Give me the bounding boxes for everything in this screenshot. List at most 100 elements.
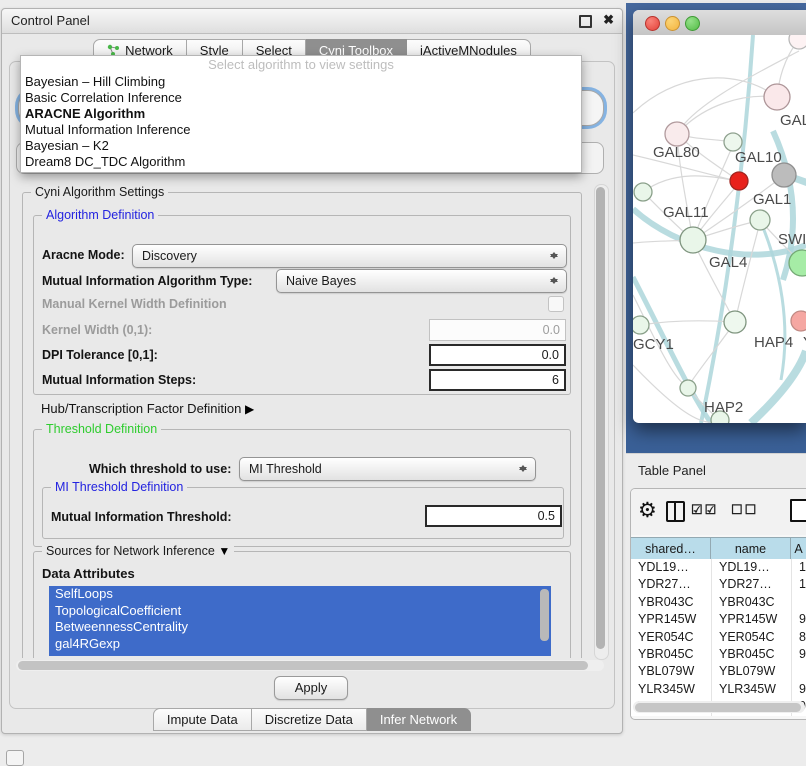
zoom-traffic-light[interactable]	[685, 16, 700, 31]
table-row[interactable]: YBR043CYBR043C	[631, 594, 806, 611]
column-header-shared-name[interactable]: shared…	[631, 537, 711, 561]
node-salmon[interactable]	[791, 311, 806, 331]
aracne-mode-select[interactable]: Discovery	[132, 244, 567, 268]
scrollbar-thumb[interactable]	[596, 187, 605, 649]
tab-impute-data[interactable]: Impute Data	[153, 708, 252, 731]
mi-threshold-field[interactable]: 0.5	[425, 505, 562, 527]
mi-type-select[interactable]: Naive Bayes	[276, 269, 567, 293]
cell: YER054C	[631, 629, 712, 646]
table-horizontal-scrollbar[interactable]	[633, 701, 805, 713]
attribute-item[interactable]: gal4RGexp	[49, 636, 551, 653]
table-panel: ⚙ ☑☑ ☐☐ shared… name A YDL19…YDL19…13 YD…	[630, 488, 806, 720]
attribute-item[interactable]: BetweennessCentrality	[49, 619, 551, 636]
table-row[interactable]: YLR345WYLR345W9.	[631, 681, 806, 698]
attribute-item[interactable]: SelfLoops	[49, 586, 551, 603]
algorithm-option[interactable]: Basic Correlation Inference	[21, 90, 581, 106]
network-window-titlebar[interactable]	[633, 10, 806, 36]
algorithm-option[interactable]: Bayesian – K2	[21, 138, 581, 154]
node-label: HAP4	[754, 334, 793, 351]
node-label: GAL	[780, 112, 806, 129]
cell: YDL19…	[631, 559, 712, 576]
algorithm-option[interactable]: Dream8 DC_TDC Algorithm	[21, 154, 581, 170]
dpi-tolerance-field[interactable]: 0.0	[429, 344, 566, 366]
table-panel-titlebar: Table Panel	[626, 453, 806, 486]
tab-discretize-data-label: Discretize Data	[265, 709, 353, 730]
table-row[interactable]: YPR145WYPR145W9.	[631, 611, 806, 628]
new-table-icon[interactable]	[790, 499, 806, 522]
node-hap4[interactable]	[724, 311, 746, 333]
select-all-columns-icon[interactable]: ☑☑	[691, 502, 718, 518]
cell	[792, 663, 806, 680]
close-icon[interactable]: ✖	[603, 12, 614, 28]
mi-steps-label: Mutual Information Steps:	[42, 373, 196, 387]
algorithm-option[interactable]: Bayesian – Hill Climbing	[21, 74, 581, 90]
cell: YLR345W	[631, 681, 712, 698]
minimized-panel-icon[interactable]	[6, 750, 24, 766]
cyni-algorithm-settings-title: Cyni Algorithm Settings	[31, 185, 168, 199]
dpi-tolerance-label: DPI Tolerance [0,1]:	[42, 348, 158, 362]
scrollbar-thumb[interactable]	[635, 703, 801, 712]
apply-button[interactable]: Apply	[274, 676, 348, 700]
column-header-cut[interactable]: A	[791, 537, 806, 561]
node-labels: GAL GAL80 GAL10 GAL1 GAL11 SWI4 GAL4 GCY…	[633, 112, 806, 416]
tab-infer-network[interactable]: Infer Network	[367, 708, 471, 731]
table-row[interactable]: YER054CYER054C8.	[631, 629, 806, 646]
mi-type-value: Naive Bayes	[286, 274, 356, 288]
table-row[interactable]: YBL079WYBL079W	[631, 663, 806, 680]
cell: YDL19…	[712, 559, 792, 576]
expand-right-icon: ▶	[245, 402, 254, 416]
kernel-width-field[interactable]: 0.0	[429, 319, 566, 341]
sources-title[interactable]: Sources for Network Inference ▼	[42, 544, 234, 558]
node[interactable]	[789, 35, 806, 49]
algorithm-option-selected[interactable]: ARACNE Algorithm	[21, 106, 581, 122]
close-traffic-light[interactable]	[645, 16, 660, 31]
node-label: GAL1	[753, 191, 791, 208]
manual-kernel-checkbox[interactable]	[548, 296, 564, 312]
which-threshold-select[interactable]: MI Threshold	[239, 457, 536, 481]
node-gal11[interactable]	[634, 183, 652, 201]
unselect-all-columns-icon[interactable]: ☐☐	[731, 502, 758, 518]
node-gal80[interactable]	[665, 122, 689, 146]
mi-steps-field[interactable]: 6	[429, 369, 566, 391]
cell: YER054C	[712, 629, 792, 646]
node-gal1[interactable]	[750, 210, 770, 230]
node-red[interactable]	[730, 172, 748, 190]
cell: YDR27…	[712, 576, 792, 593]
minimize-traffic-light[interactable]	[665, 16, 680, 31]
float-window-icon[interactable]	[579, 15, 592, 28]
cell: 9.	[792, 681, 806, 698]
settings-horizontal-scrollbar[interactable]	[16, 660, 604, 671]
threshold-definition-title: Threshold Definition	[42, 422, 161, 436]
scrollbar-thumb[interactable]	[18, 661, 588, 670]
stepper-arrows-icon	[518, 461, 528, 476]
unchecked-icon: ☐	[745, 502, 759, 517]
tab-infer-network-label: Infer Network	[380, 709, 457, 730]
algorithm-option[interactable]: Mutual Information Inference	[21, 122, 581, 138]
data-attributes-list[interactable]: SelfLoops TopologicalCoefficient Between…	[49, 586, 551, 656]
algorithm-dropdown-popup: Select algorithm to view settings Bayesi…	[20, 55, 582, 173]
node-hap2[interactable]	[680, 380, 696, 396]
list-scrollbar[interactable]	[540, 589, 549, 641]
node-gcy1[interactable]	[633, 316, 649, 334]
hub-definition-toggle[interactable]: Hub/Transcription Factor Definition ▶	[41, 401, 254, 416]
columns-icon[interactable]	[666, 501, 685, 522]
table-row[interactable]: YBR045CYBR045C9.	[631, 646, 806, 663]
node-gal7[interactable]	[764, 84, 790, 110]
table-row[interactable]: YDL19…YDL19…13	[631, 559, 806, 576]
node-label: GAL4	[709, 254, 747, 271]
node-gray[interactable]	[772, 163, 796, 187]
cell: YBL079W	[712, 663, 792, 680]
column-header-name[interactable]: name	[711, 537, 791, 561]
network-canvas[interactable]: GAL GAL80 GAL10 GAL1 GAL11 SWI4 GAL4 GCY…	[633, 35, 806, 423]
control-panel-titlebar: Control Panel ✖	[2, 9, 622, 34]
tab-impute-data-label: Impute Data	[167, 709, 238, 730]
network-graph: GAL GAL80 GAL10 GAL1 GAL11 SWI4 GAL4 GCY…	[633, 35, 806, 423]
node-gal4[interactable]	[680, 227, 706, 253]
attribute-item[interactable]: TopologicalCoefficient	[49, 603, 551, 620]
gear-icon[interactable]: ⚙	[638, 498, 657, 523]
settings-vertical-scrollbar[interactable]	[594, 184, 609, 660]
checked-icon: ☑	[705, 502, 719, 517]
tab-discretize-data[interactable]: Discretize Data	[252, 708, 367, 731]
mi-type-label: Mutual Information Algorithm Type:	[42, 274, 252, 288]
table-row[interactable]: YDR27…YDR27…12	[631, 576, 806, 593]
